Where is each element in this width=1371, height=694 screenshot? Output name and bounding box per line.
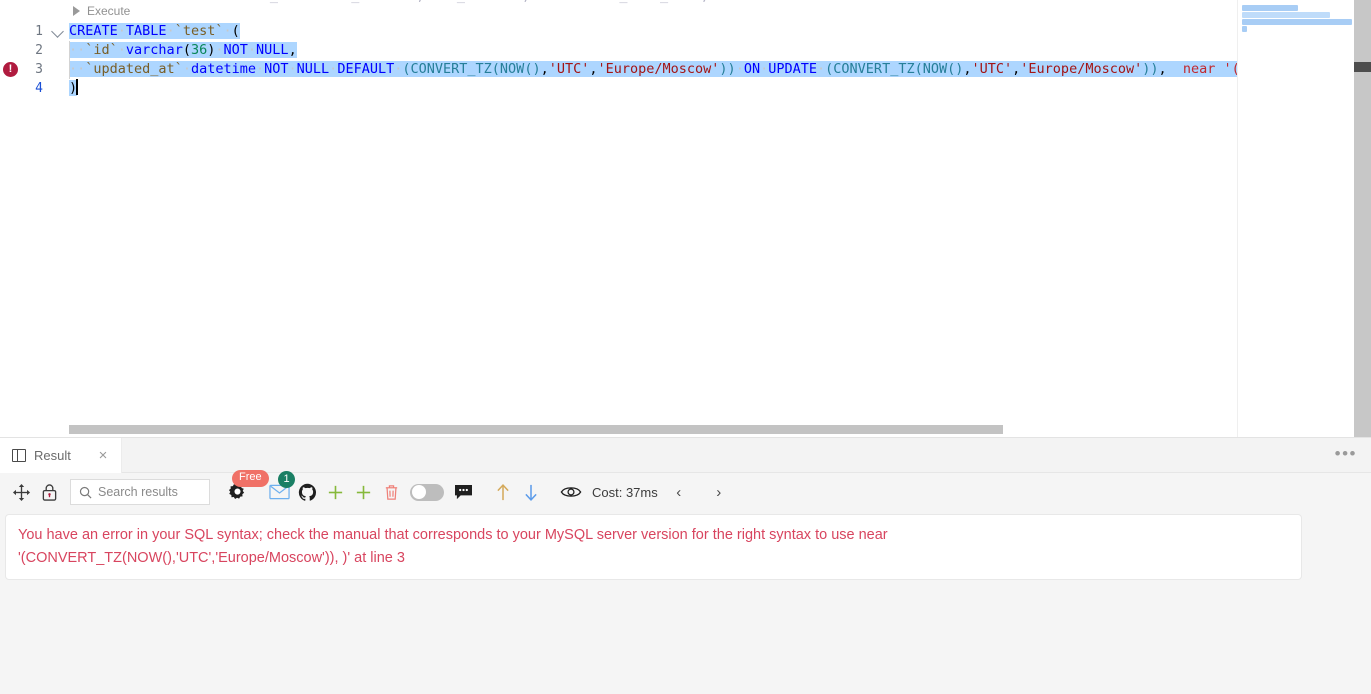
text-caret	[76, 79, 78, 95]
trash-icon[interactable]	[378, 479, 404, 505]
tab-result-label: Result	[34, 448, 71, 463]
line-number: 4	[35, 81, 43, 96]
move-icon[interactable]	[8, 479, 34, 505]
prev-result-button[interactable]: ‹	[668, 484, 690, 501]
code-line[interactable]: ··`id`·varchar(36)·NOT·NULL,	[69, 41, 1371, 60]
editor-minimap[interactable]	[1237, 0, 1354, 437]
gutter-row[interactable]: ! 3	[0, 60, 69, 79]
editor-vertical-scrollbar[interactable]	[1354, 0, 1371, 437]
editor-gutter[interactable]: 1 2! 3 4	[0, 22, 69, 422]
panel-more-actions[interactable]: •••	[1335, 445, 1357, 462]
mail-icon[interactable]: 1	[266, 471, 295, 505]
gutter-row[interactable]: 4	[0, 79, 69, 98]
free-badge: Free	[232, 470, 269, 487]
error-marker-icon[interactable]: !	[3, 62, 18, 77]
gear-icon[interactable]: Free	[224, 470, 269, 505]
indent-guide	[69, 60, 70, 79]
close-icon[interactable]: ×	[95, 448, 111, 463]
gutter-row[interactable]: 2	[0, 41, 69, 60]
error-message-line-1: You have an error in your SQL syntax; ch…	[18, 527, 888, 543]
cost-label: Cost: 37ms	[592, 484, 658, 500]
execute-codelens[interactable]: Execute	[70, 4, 130, 18]
arrow-down-icon[interactable]	[518, 479, 544, 505]
panel-tabbar: Result × •••	[0, 438, 1371, 473]
gutter-row[interactable]: 1	[0, 22, 69, 41]
code-line[interactable]: )	[69, 79, 1371, 98]
search-placeholder: Search results	[98, 485, 178, 499]
sql-editor[interactable]: r` ... `_` ` `_` ` `,` `_` ` `,` `_` `_`…	[0, 0, 1371, 437]
code-content[interactable]: CREATE·TABLE·`test`·( ··`id`·varchar(36)·…	[69, 22, 1371, 422]
comment-icon[interactable]	[450, 479, 476, 505]
toggle-switch[interactable]	[406, 479, 448, 505]
line-number: 1	[35, 24, 43, 39]
result-panel: Result × ••• Search results Free 1 Cost:…	[0, 437, 1371, 694]
indent-guide	[69, 41, 70, 60]
search-icon	[79, 486, 92, 498]
panel-layout-icon	[12, 448, 26, 463]
tab-result[interactable]: Result ×	[0, 438, 122, 473]
plus-icon-secondary[interactable]	[350, 479, 376, 505]
github-icon[interactable]	[294, 479, 320, 505]
play-icon	[70, 5, 82, 17]
editor-vertical-scrollbar-thumb[interactable]	[1354, 62, 1371, 72]
line-number: 2	[35, 43, 43, 58]
notification-count-badge: 1	[278, 471, 295, 488]
next-result-button[interactable]: ›	[708, 484, 730, 501]
clipped-code-line-above: r` ... `_` ` `_` ` `,` `_` ` `,` `_` `_`…	[0, 0, 1371, 6]
plus-icon[interactable]	[322, 479, 348, 505]
code-line[interactable]: CREATE·TABLE·`test`·(	[69, 22, 1371, 41]
code-line-text: ··`id`·varchar(36)·NOT·NULL,	[69, 42, 297, 58]
arrow-up-icon[interactable]	[490, 479, 516, 505]
chevron-down-icon[interactable]	[51, 25, 64, 38]
execute-label: Execute	[87, 4, 131, 18]
eye-icon[interactable]	[558, 479, 584, 505]
line-number: 3	[35, 62, 43, 77]
search-input[interactable]: Search results	[70, 479, 210, 505]
editor-horizontal-scrollbar[interactable]	[69, 425, 1003, 434]
error-message-box: You have an error in your SQL syntax; ch…	[5, 514, 1302, 580]
error-message-line-2: '(CONVERT_TZ(NOW(),'UTC','Europe/Moscow'…	[18, 550, 405, 566]
code-line[interactable]: ··`updated_at`·datetime·NOT·NULL·DEFAULT…	[69, 60, 1371, 79]
code-line-text: CREATE·TABLE·`test`·(	[69, 23, 240, 39]
lock-icon[interactable]	[36, 479, 62, 505]
result-toolbar: Search results Free 1 Cost: 37ms ‹ ›	[0, 470, 1371, 511]
code-line-text: ··`updated_at`·datetime·NOT·NULL·DEFAULT…	[69, 61, 1167, 77]
